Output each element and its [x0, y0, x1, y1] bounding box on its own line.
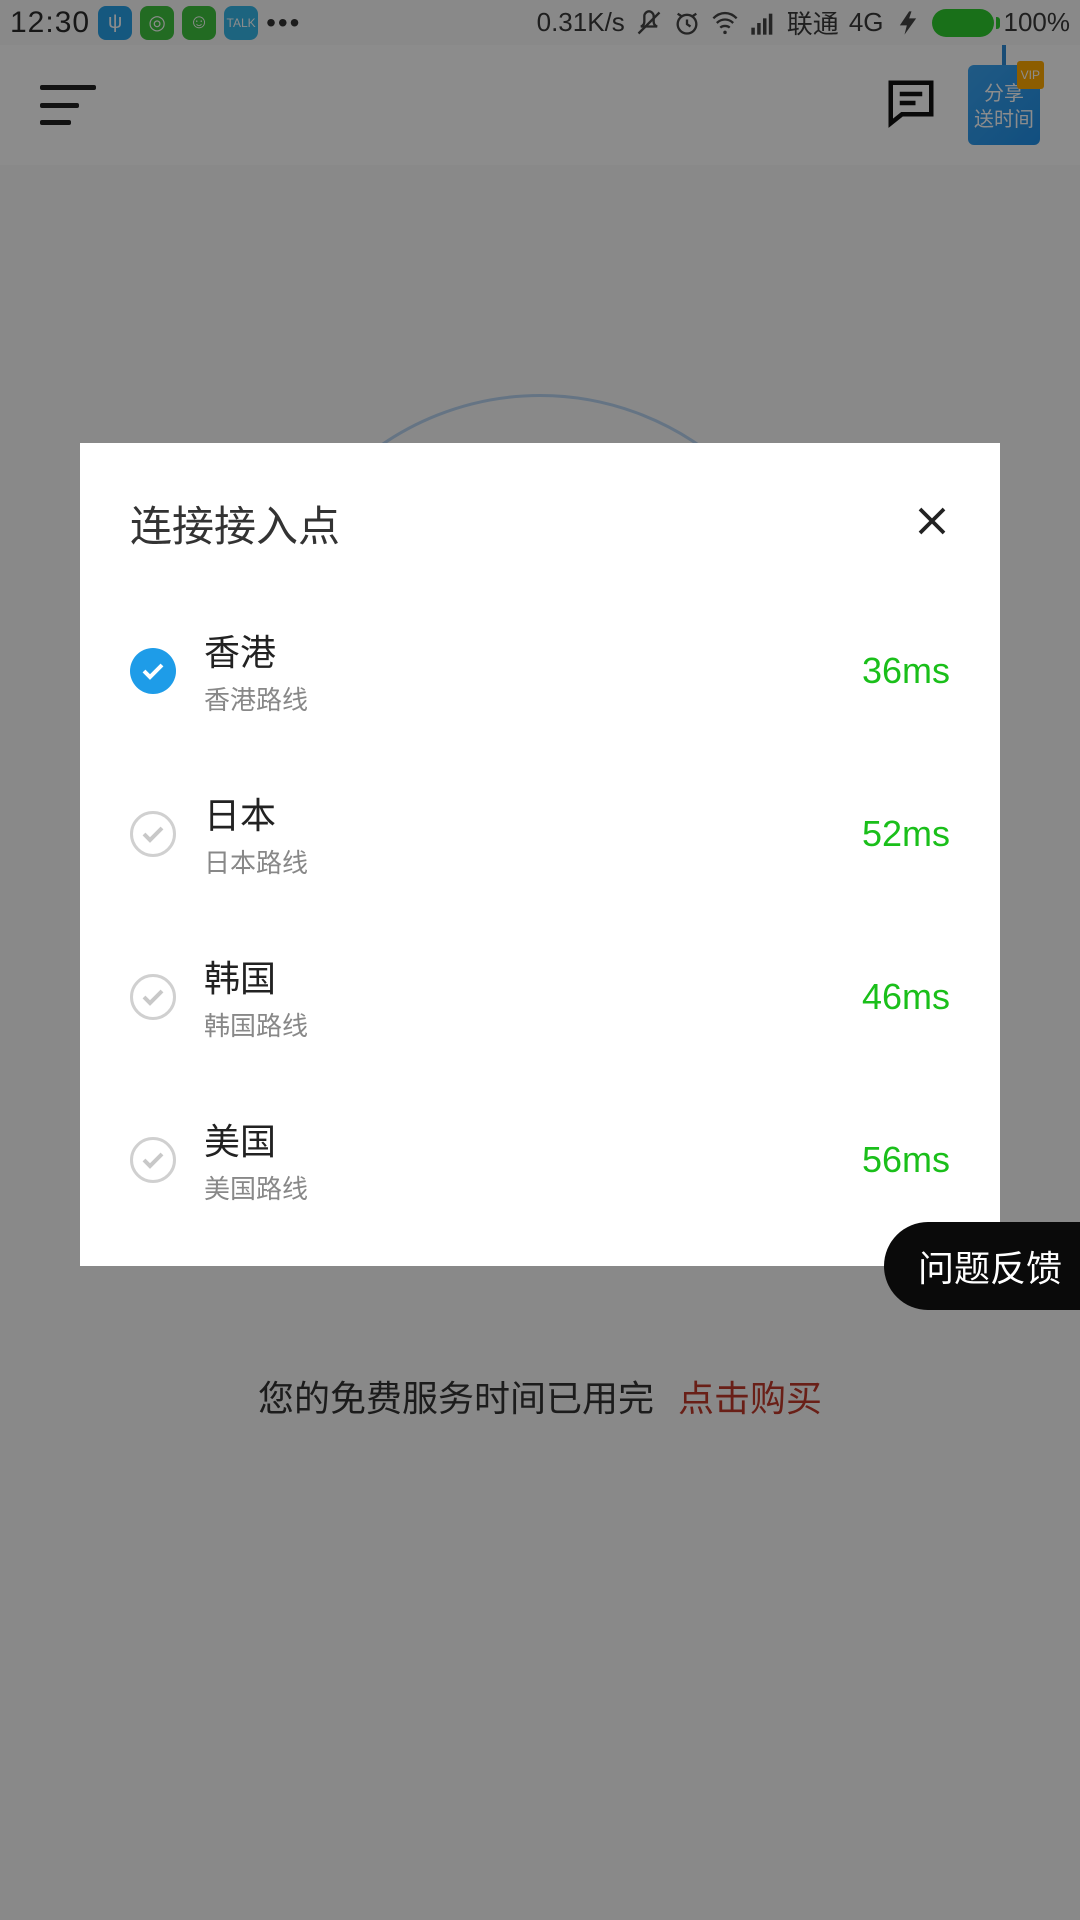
server-sub: 日本路线	[204, 843, 834, 880]
server-sub: 韩国路线	[204, 1006, 834, 1043]
server-ping: 46ms	[862, 976, 950, 1018]
close-button[interactable]	[914, 503, 950, 544]
server-list: 香港香港路线 36ms 日本日本路线 52ms 韩国韩国路线 46ms 美国美国路线 56ms	[130, 624, 950, 1226]
server-modal: 连接接入点 香港香港路线36ms日本日本路线52ms韩国韩国路线46ms美国美国…	[80, 443, 1000, 1266]
radio-unselected-icon[interactable]	[130, 811, 176, 857]
server-item[interactable]: 日本日本路线 52ms	[130, 787, 950, 880]
server-sub: 美国路线	[204, 1169, 834, 1206]
radio-unselected-icon[interactable]	[130, 974, 176, 1020]
feedback-label: 问题反馈	[918, 1248, 1062, 1289]
server-text: 日本日本路线	[204, 787, 834, 880]
server-name: 日本	[204, 787, 834, 839]
server-name: 韩国	[204, 950, 834, 1002]
radio-selected-icon[interactable]	[130, 648, 176, 694]
server-ping: 52ms	[862, 813, 950, 855]
modal-title: 连接接入点	[130, 493, 340, 554]
server-item[interactable]: 韩国韩国路线 46ms	[130, 950, 950, 1043]
server-item[interactable]: 香港香港路线 36ms	[130, 624, 950, 717]
server-text: 香港香港路线	[204, 624, 834, 717]
server-ping: 36ms	[862, 650, 950, 692]
server-item[interactable]: 美国美国路线 56ms	[130, 1113, 950, 1206]
server-name: 香港	[204, 624, 834, 676]
server-ping: 56ms	[862, 1139, 950, 1181]
server-sub: 香港路线	[204, 680, 834, 717]
server-text: 韩国韩国路线	[204, 950, 834, 1043]
server-name: 美国	[204, 1113, 834, 1165]
server-text: 美国美国路线	[204, 1113, 834, 1206]
radio-unselected-icon[interactable]	[130, 1137, 176, 1183]
modal-header: 连接接入点	[130, 493, 950, 554]
feedback-button[interactable]: 问题反馈	[884, 1222, 1080, 1310]
